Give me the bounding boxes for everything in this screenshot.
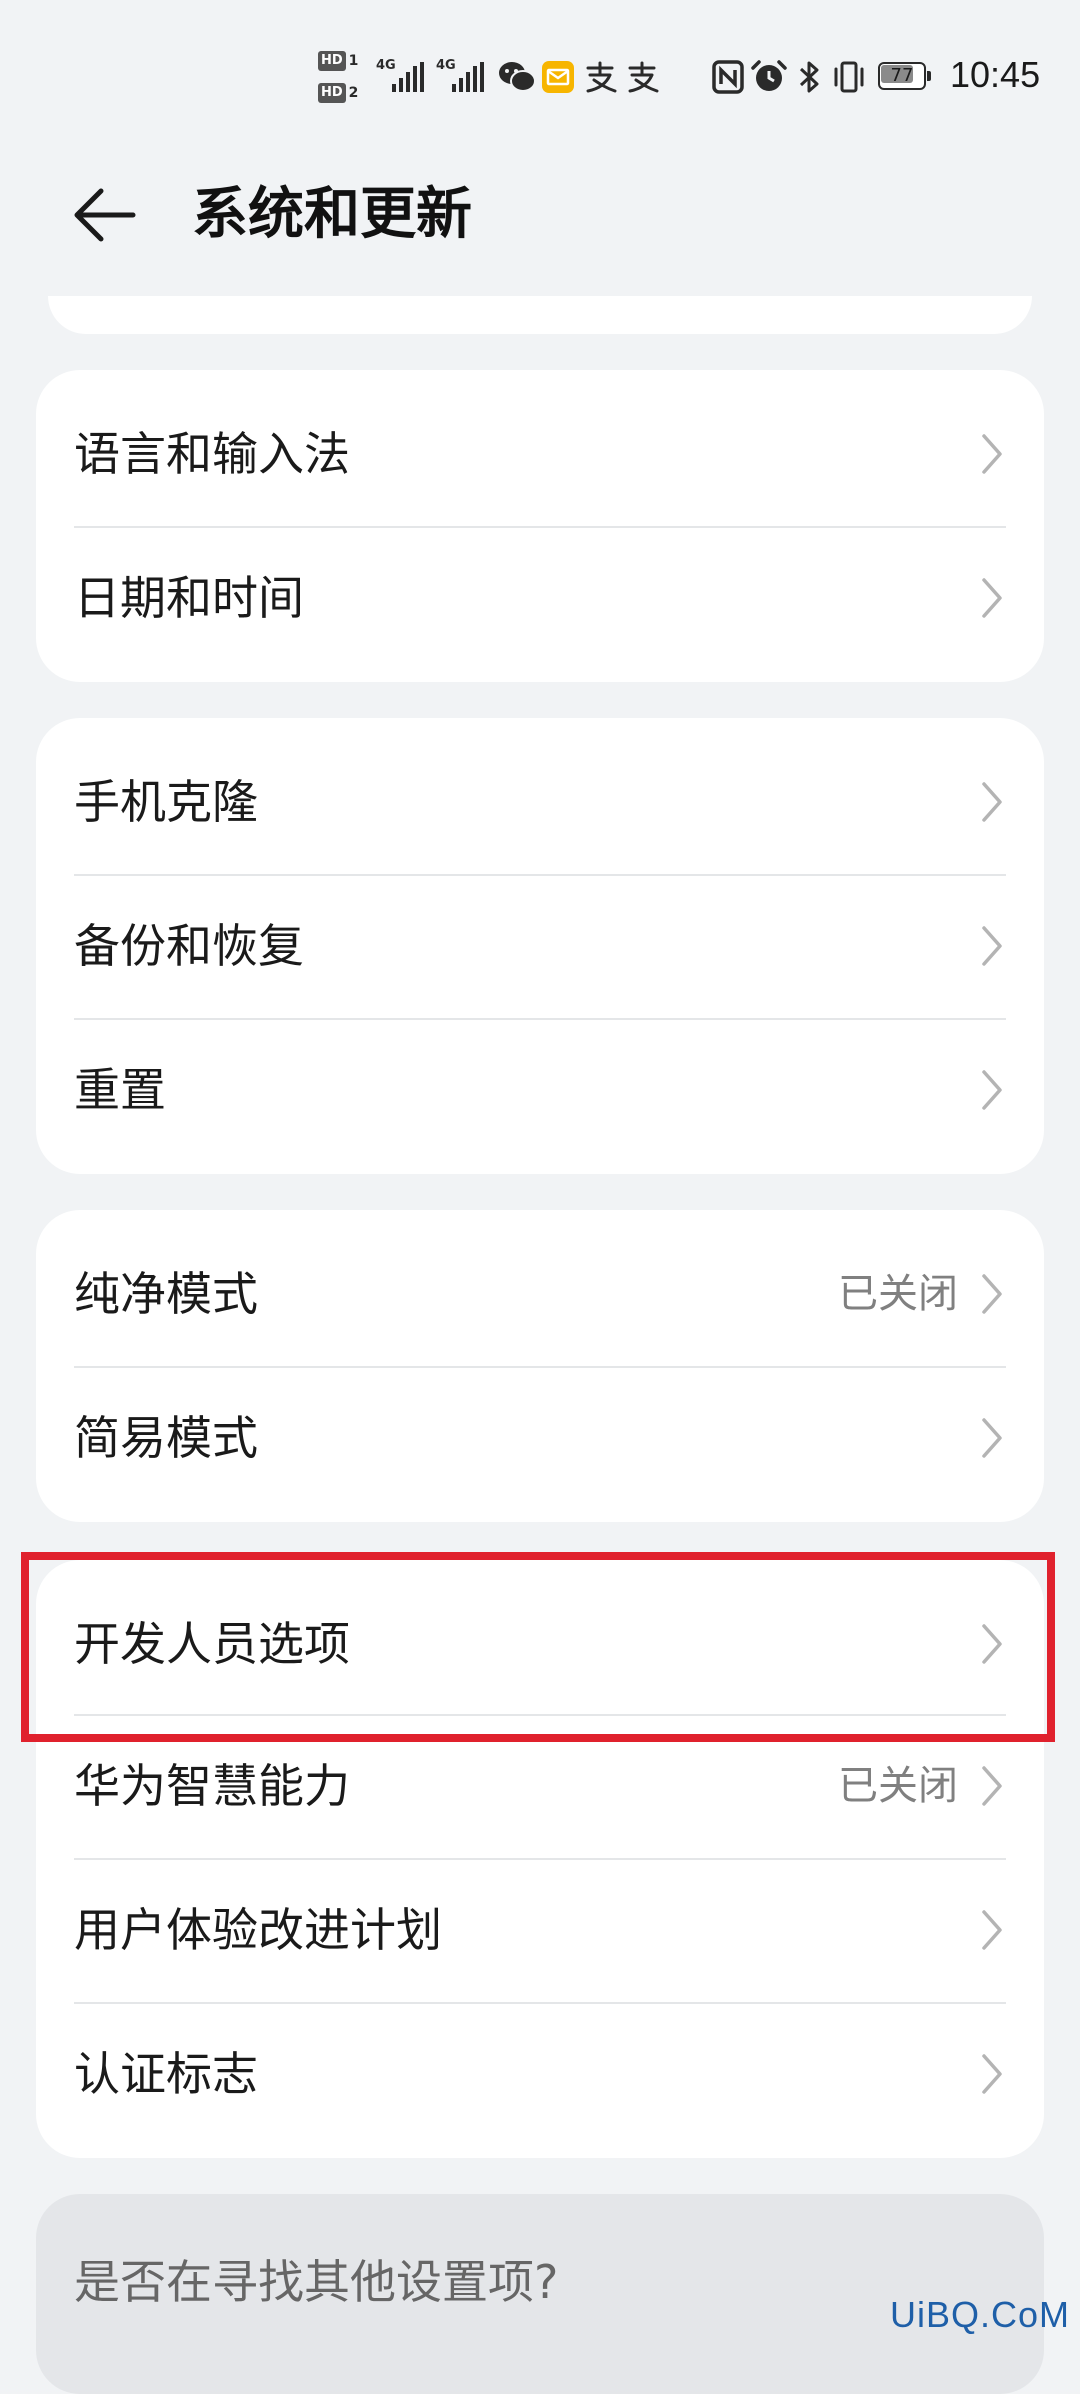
chevron-right-icon [982, 1070, 1002, 1110]
bluetooth-icon [799, 61, 819, 93]
signal-sim2-icon: 4G [436, 58, 486, 94]
chevron-right-icon [982, 2054, 1002, 2094]
settings-group-3: 纯净模式 已关闭 简易模式 [36, 1210, 1044, 1522]
setting-backup-restore[interactable]: 备份和恢复 [36, 874, 1044, 1018]
back-arrow-icon [74, 188, 136, 242]
previous-card-edge [48, 296, 1032, 334]
setting-phone-clone[interactable]: 手机克隆 [36, 730, 1044, 874]
vibrate-icon [834, 61, 864, 93]
setting-label: 备份和恢复 [74, 919, 304, 973]
chevron-right-icon [982, 578, 1002, 618]
hd-label: HD [318, 51, 346, 71]
setting-label: 日期和时间 [74, 571, 304, 625]
settings-group-4: 开发人员选项 华为智慧能力 已关闭 用户体验改进计划 认证标志 [36, 1560, 1044, 2158]
setting-label: 语言和输入法 [74, 427, 350, 481]
setting-label: 简易模式 [74, 1411, 258, 1465]
setting-label: 手机克隆 [74, 775, 258, 829]
chevron-right-icon [982, 1910, 1002, 1950]
hd-voice-sim2-indicator: HD 2 [318, 82, 368, 104]
setting-date-time[interactable]: 日期和时间 [36, 526, 1044, 670]
back-button[interactable] [60, 170, 150, 260]
settings-group-1: 语言和输入法 日期和时间 [36, 370, 1044, 682]
setting-huawei-smart-capability[interactable]: 华为智慧能力 已关闭 [36, 1714, 1044, 1858]
chevron-right-icon [982, 1766, 1002, 1806]
watermark: UiBQ.CoM [889, 2294, 1070, 2335]
setting-developer-options[interactable]: 开发人员选项 [36, 1572, 1044, 1716]
chevron-right-icon [982, 1274, 1002, 1314]
setting-user-experience-program[interactable]: 用户体验改进计划 [36, 1858, 1044, 2002]
alarm-icon [751, 60, 787, 91]
sim-number: 2 [348, 85, 359, 101]
setting-label: 华为智慧能力 [74, 1759, 350, 1813]
sim-number: 1 [348, 53, 359, 69]
chevron-right-icon [982, 434, 1002, 474]
setting-pure-mode[interactable]: 纯净模式 已关闭 [36, 1222, 1044, 1366]
chevron-right-icon [982, 782, 1002, 822]
alipay-icon [628, 61, 659, 93]
setting-label: 重置 [74, 1063, 166, 1117]
chevron-right-icon [982, 1624, 1002, 1664]
search-suggestion-text: 是否在寻找其他设置项? [74, 2255, 559, 2309]
setting-label: 认证标志 [74, 2047, 258, 2101]
clock: 10:45 [950, 54, 1041, 95]
setting-certification-logos[interactable]: 认证标志 [36, 2002, 1044, 2146]
status-bar: HD 1 HD 2 4G 4G 77 10:45 [0, 0, 1080, 160]
battery-tip [927, 71, 931, 81]
setting-label: 开发人员选项 [74, 1617, 350, 1671]
mail-icon [542, 61, 574, 93]
hd-voice-sim1-indicator: HD 1 [318, 50, 368, 72]
setting-status-value: 已关闭 [838, 1271, 958, 1317]
battery-indicator: 77 [878, 62, 934, 92]
wechat-icon [499, 62, 536, 92]
setting-status-value: 已关闭 [838, 1763, 958, 1809]
settings-group-2: 手机克隆 备份和恢复 重置 [36, 718, 1044, 1174]
nfc-icon [712, 60, 744, 94]
setting-reset[interactable]: 重置 [36, 1018, 1044, 1162]
chevron-right-icon [982, 926, 1002, 966]
setting-simple-mode[interactable]: 简易模式 [36, 1366, 1044, 1510]
alipay-icon [586, 61, 617, 93]
hd-label: HD [318, 83, 346, 103]
battery-percent: 77 [890, 65, 914, 86]
chevron-right-icon [982, 1418, 1002, 1458]
page-title: 系统和更新 [192, 182, 472, 247]
setting-label: 纯净模式 [74, 1267, 258, 1321]
setting-label: 用户体验改进计划 [74, 1903, 442, 1957]
signal-sim1-icon: 4G [376, 58, 426, 94]
setting-language-input[interactable]: 语言和输入法 [36, 382, 1044, 526]
